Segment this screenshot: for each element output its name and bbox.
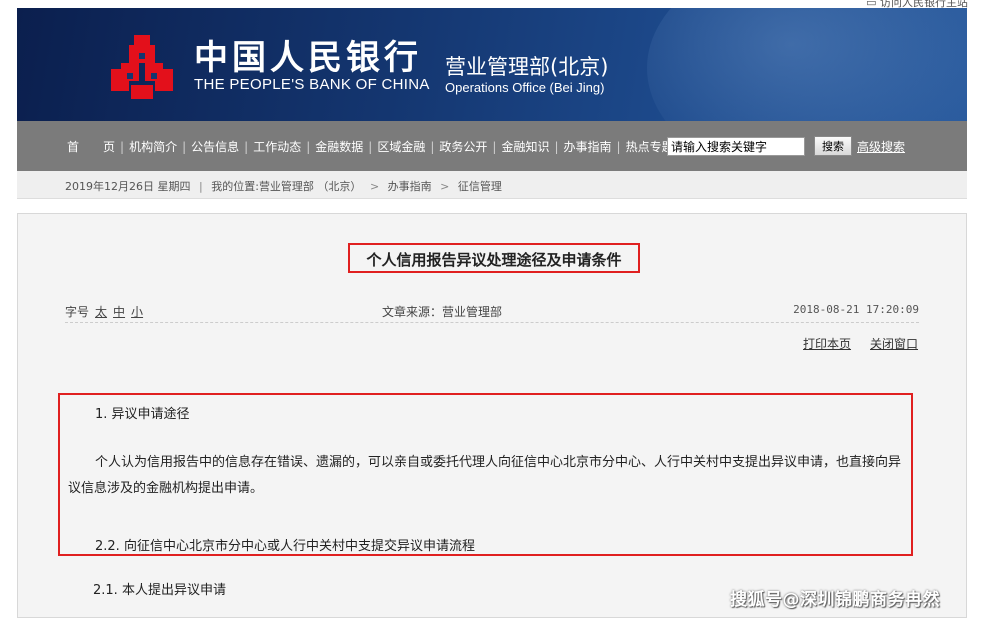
nav-separator: | — [554, 139, 559, 154]
nav-item-home[interactable]: 首 页 — [67, 138, 115, 155]
nav-item-announcements[interactable]: 公告信息 — [191, 138, 239, 155]
nav-item-news[interactable]: 工作动态 — [253, 138, 301, 155]
header-banner: 中国人民银行 THE PEOPLE'S BANK OF CHINA 营业管理部(… — [17, 8, 967, 121]
nav-separator: | — [120, 139, 125, 154]
top-strip — [0, 0, 984, 8]
font-size-large[interactable]: 太 — [95, 305, 107, 319]
department-name-en: Operations Office (Bei Jing) — [445, 80, 605, 95]
print-page-link[interactable]: 打印本页 — [803, 335, 851, 352]
nav-item-gov-affairs[interactable]: 政务公开 — [439, 138, 487, 155]
bank-name-cn: 中国人民银行 — [194, 38, 422, 78]
section-heading: 2.1. 本人提出异议申请 — [93, 583, 226, 598]
nav-item-financial-data[interactable]: 金融数据 — [315, 138, 363, 155]
nav-menu: 首 页 | 机构简介 | 公告信息 | 工作动态 | 金融数据 | 区域金融 | 政务公开 |… — [67, 138, 674, 155]
article-source: 文章来源：营业管理部 — [382, 305, 503, 319]
paragraph: 个人认为信用报告中的信息存在错误、遗漏的，可以亲自或委托代理人向征信中心北京市分… — [68, 455, 902, 496]
close-window-link[interactable]: 关闭窗口 — [870, 335, 918, 352]
search-input[interactable] — [667, 137, 805, 156]
globe-decoration — [647, 8, 967, 121]
breadcrumb-item[interactable]: 征信管理 — [458, 180, 502, 193]
title-highlight-box: 个人信用报告异议处理途径及申请条件 — [348, 243, 640, 273]
breadcrumb-item[interactable]: 办事指南 — [388, 180, 432, 193]
search-button[interactable]: 搜索 — [814, 136, 852, 156]
department-name-cn: 营业管理部(北京) — [445, 55, 609, 79]
nav-separator: | — [244, 139, 249, 154]
bank-name-en: THE PEOPLE'S BANK OF CHINA — [194, 76, 430, 93]
nav-item-about[interactable]: 机构简介 — [129, 138, 177, 155]
nav-item-regional-finance[interactable]: 区域金融 — [377, 138, 425, 155]
nav-separator: | — [616, 139, 621, 154]
font-size-medium[interactable]: 中 — [113, 305, 125, 319]
divider — [65, 322, 919, 323]
location-label: 我的位置: — [211, 180, 259, 193]
nav-separator: | — [492, 139, 497, 154]
nav-item-service-guide[interactable]: 办事指南 — [564, 138, 612, 155]
content-highlight-box: 1. 异议申请途径 个人认为信用报告中的信息存在错误、遗漏的，可以亲自或委托代理… — [58, 393, 913, 556]
nav-separator: | — [306, 139, 311, 154]
nav-bar: 首 页 | 机构简介 | 公告信息 | 工作动态 | 金融数据 | 区域金融 | 政务公开 |… — [17, 121, 967, 171]
nav-item-financial-knowledge[interactable]: 金融知识 — [501, 138, 549, 155]
section-heading: 1. 异议申请途径 — [95, 407, 190, 422]
article-title: 个人信用报告异议处理途径及申请条件 — [366, 251, 622, 269]
chevron-right-icon: > — [369, 180, 380, 193]
nav-separator: | — [182, 139, 187, 154]
nav-separator: | — [430, 139, 435, 154]
breadcrumb-item[interactable]: 营业管理部 （北京） — [259, 180, 362, 193]
font-size-label: 字号 — [65, 305, 90, 319]
breadcrumb-separator: | — [199, 180, 203, 193]
font-size-controls: 字号太中小 — [65, 303, 143, 320]
watermark: 搜狐号@深圳锦鹏商务冉然 — [730, 590, 940, 610]
page: ▭ 访问人民银行主站 中国人民银行 THE PEOPLE'S BANK OF C… — [0, 0, 984, 618]
advanced-search-link[interactable]: 高级搜索 — [857, 138, 905, 155]
breadcrumb: 2019年12月26日 星期四 | 我的位置:营业管理部 （北京） > 办事指南… — [17, 171, 967, 199]
nav-separator: | — [368, 139, 373, 154]
section-heading: 2.2. 向征信中心北京市分中心或人行中关村中支提交异议申请流程 — [95, 539, 475, 554]
chevron-right-icon: > — [440, 180, 450, 193]
current-date: 2019年12月26日 星期四 — [65, 180, 191, 193]
font-size-small[interactable]: 小 — [131, 305, 143, 319]
pboc-logo-icon — [111, 35, 173, 99]
article-panel: 个人信用报告异议处理途径及申请条件 字号太中小 文章来源：营业管理部 2018-… — [17, 213, 967, 618]
article-datetime: 2018-08-21 17:20:09 — [793, 303, 919, 316]
